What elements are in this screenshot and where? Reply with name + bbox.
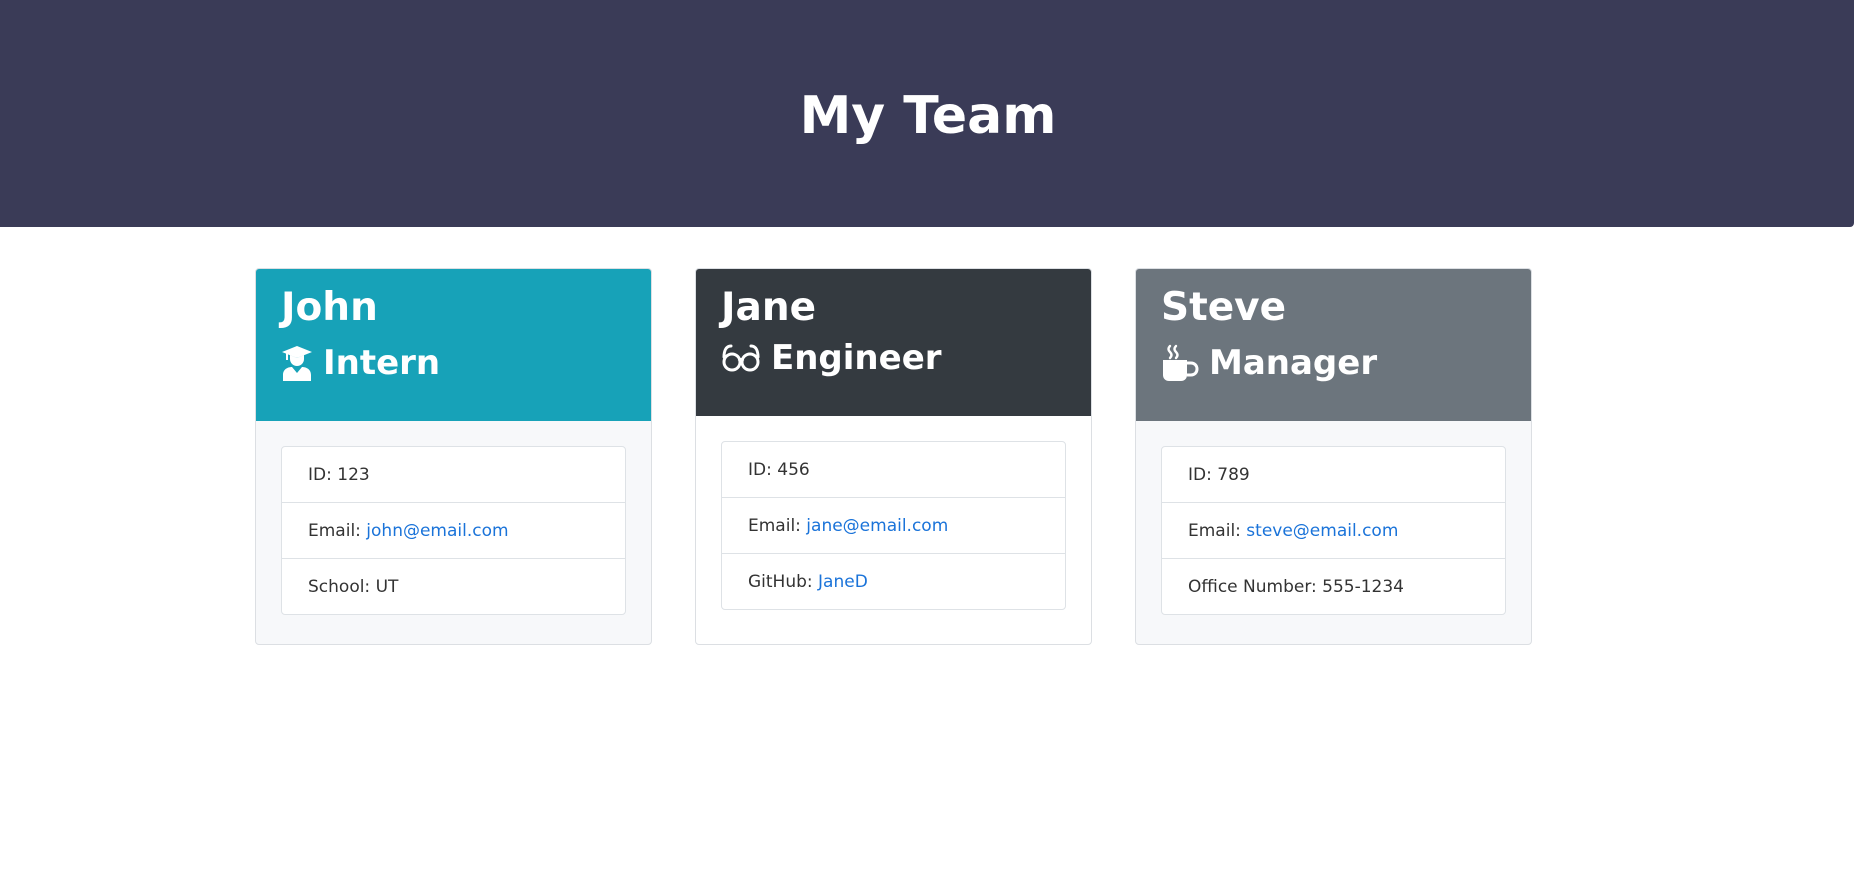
employee-name: Steve — [1161, 285, 1287, 330]
graduate-icon — [281, 345, 313, 381]
id-row: ID: 123 — [282, 447, 625, 502]
id-row: ID: 789 — [1162, 447, 1505, 502]
id-value: 789 — [1217, 465, 1250, 485]
card-body: ID: 123 Email: john@email.com School: UT — [256, 421, 651, 640]
role-label: Intern — [323, 343, 441, 383]
email-label: Email: — [748, 516, 807, 536]
email-row: Email: steve@email.com — [1162, 502, 1505, 558]
school-value: UT — [375, 577, 399, 597]
email-link[interactable]: john@email.com — [366, 521, 508, 541]
header-banner: My Team — [0, 0, 1854, 227]
glasses-icon — [721, 343, 761, 373]
role-label: Engineer — [771, 338, 942, 378]
employee-card-engineer: Jane Engineer ID: 456 Email: jane@email.… — [695, 268, 1092, 645]
email-label: Email: — [1188, 521, 1247, 541]
employee-role: Intern — [281, 341, 626, 385]
school-label: School: — [308, 577, 376, 597]
github-row: GitHub: JaneD — [722, 553, 1065, 609]
office-number-value: 555-1234 — [1322, 577, 1405, 597]
id-label: ID: — [308, 465, 338, 485]
page-title: My Team — [799, 85, 1057, 146]
card-body: ID: 789 Email: steve@email.com Office Nu… — [1136, 421, 1531, 640]
card-header: Steve Manager — [1136, 269, 1531, 421]
id-label: ID: — [1188, 465, 1218, 485]
id-row: ID: 456 — [722, 442, 1065, 497]
office-number-row: Office Number: 555-1234 — [1162, 558, 1505, 614]
info-list: ID: 123 Email: john@email.com School: UT — [281, 446, 626, 615]
employee-role: Manager — [1161, 341, 1506, 385]
id-value: 123 — [337, 465, 370, 485]
employee-role: Engineer — [721, 336, 1066, 380]
email-row: Email: jane@email.com — [722, 497, 1065, 553]
email-label: Email: — [308, 521, 367, 541]
info-list: ID: 456 Email: jane@email.com GitHub: Ja… — [721, 441, 1066, 610]
github-link[interactable]: JaneD — [818, 572, 868, 592]
card-body: ID: 456 Email: jane@email.com GitHub: Ja… — [696, 416, 1091, 635]
role-label: Manager — [1209, 343, 1378, 383]
info-list: ID: 789 Email: steve@email.com Office Nu… — [1161, 446, 1506, 615]
card-header: John Intern — [256, 269, 651, 421]
employee-card-manager: Steve Manager ID: 789 Email: steve@email… — [1135, 268, 1532, 645]
office-number-label: Office Number: — [1188, 577, 1323, 597]
id-value: 456 — [777, 460, 810, 480]
email-row: Email: john@email.com — [282, 502, 625, 558]
email-link[interactable]: jane@email.com — [806, 516, 948, 536]
employee-name: John — [281, 285, 378, 330]
id-label: ID: — [748, 460, 778, 480]
card-header: Jane Engineer — [696, 269, 1091, 416]
github-label: GitHub: — [748, 572, 819, 592]
employee-card-intern: John Intern ID: 123 Email: john@email.co… — [255, 268, 652, 645]
coffee-mug-icon — [1161, 344, 1199, 382]
email-link[interactable]: steve@email.com — [1246, 521, 1398, 541]
employee-name: Jane — [721, 285, 817, 330]
school-row: School: UT — [282, 558, 625, 614]
